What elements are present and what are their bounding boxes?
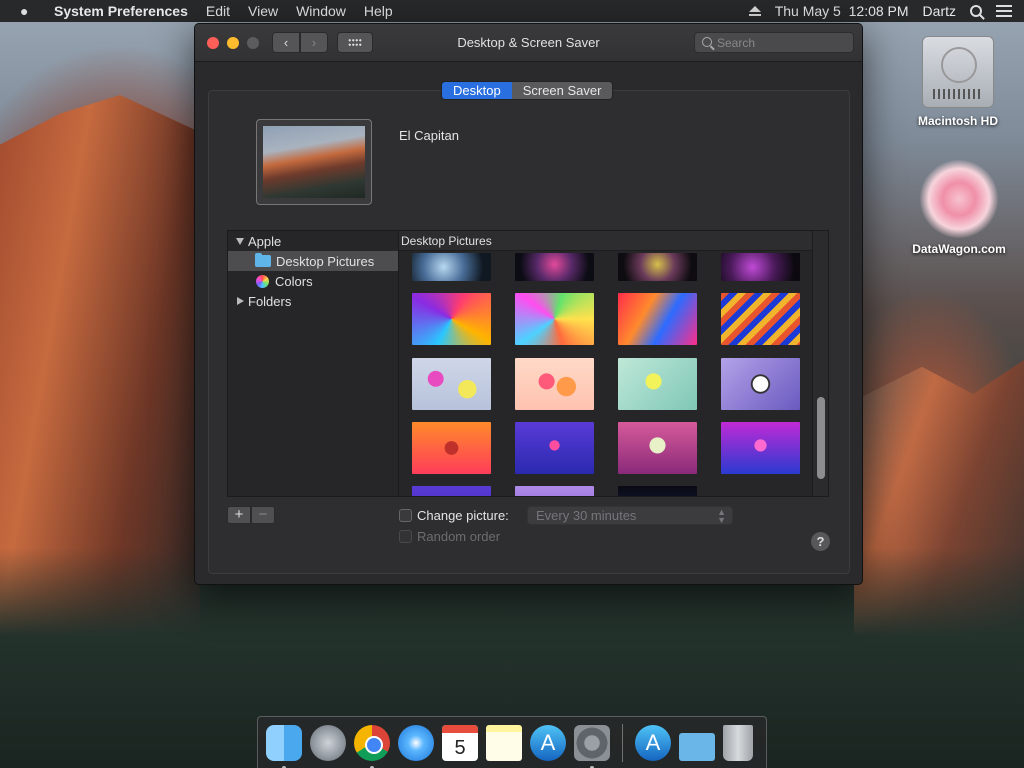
chrome-icon[interactable] xyxy=(354,724,390,768)
wallpaper-thumbnail[interactable] xyxy=(618,358,697,410)
tab-screen-saver[interactable]: Screen Saver xyxy=(511,82,613,99)
notification-center-icon[interactable] xyxy=(996,5,1012,17)
random-order-label: Random order xyxy=(417,529,501,544)
trash-icon[interactable] xyxy=(723,724,753,761)
wallpaper-thumbnail[interactable] xyxy=(412,253,491,281)
change-picture-checkbox[interactable] xyxy=(399,509,412,522)
launchpad-icon[interactable] xyxy=(310,724,346,761)
random-order-checkbox[interactable] xyxy=(399,530,412,543)
datawagon-logo-icon xyxy=(920,160,998,238)
dock: 5 A A xyxy=(257,716,767,768)
interval-select[interactable]: Every 30 minutes ▲ ▼ xyxy=(527,506,733,525)
wallpaper-thumbnail[interactable] xyxy=(515,486,594,496)
source-item-label: Folders xyxy=(248,293,292,309)
wallpaper-thumbnail[interactable] xyxy=(618,253,697,281)
change-picture-label: Change picture: xyxy=(417,508,509,523)
menu-help[interactable]: Help xyxy=(364,3,393,19)
wallpaper-thumbnail[interactable] xyxy=(618,293,697,345)
source-item-label: Apple xyxy=(248,233,282,249)
calendar-day: 5 xyxy=(454,736,466,759)
hard-drive-icon xyxy=(922,36,994,108)
wallpaper-thumbnail[interactable] xyxy=(412,293,491,345)
wallpaper-thumbnail[interactable] xyxy=(515,358,594,410)
search-icon xyxy=(702,37,712,47)
wallpaper-thumbnail[interactable] xyxy=(618,422,697,474)
grid-scrollbar[interactable] xyxy=(812,231,828,496)
source-list: Apple Desktop Pictures Colors Folders xyxy=(227,230,399,497)
wallpaper-thumbnail[interactable] xyxy=(721,422,800,474)
menu-window[interactable]: Window xyxy=(296,3,346,19)
source-item-label: Desktop Pictures xyxy=(276,253,375,269)
eject-icon[interactable] xyxy=(748,6,761,16)
grid-header: Desktop Pictures xyxy=(399,231,828,251)
wallpaper-thumbnail[interactable] xyxy=(412,358,491,410)
wallpaper-thumbnail[interactable] xyxy=(515,293,594,345)
select-arrows-icon: ▲ ▼ xyxy=(717,507,726,525)
source-item-desktop-pictures[interactable]: Desktop Pictures xyxy=(228,251,398,271)
wallpaper-thumbnail[interactable] xyxy=(412,486,491,496)
preferences-window: ‹ › Desktop & Screen Saver Desktop Scree… xyxy=(194,23,863,585)
wallpaper-thumbnail[interactable] xyxy=(721,358,800,410)
search-field[interactable] xyxy=(694,32,854,53)
finder-icon[interactable] xyxy=(266,724,302,768)
scrollbar-thumb[interactable] xyxy=(817,397,825,479)
source-item-folders[interactable]: Folders xyxy=(228,291,398,311)
desktop-icon-datawagon[interactable]: DataWagon.com xyxy=(905,160,1013,256)
wallpaper-thumbnail[interactable] xyxy=(515,253,594,281)
disclosure-open-icon[interactable] xyxy=(236,237,244,245)
current-wallpaper-name: El Capitan xyxy=(399,128,459,143)
remove-folder-button[interactable]: − xyxy=(251,506,275,524)
help-button[interactable]: ? xyxy=(811,532,830,551)
wallpaper-grid: Desktop Pictures xyxy=(399,230,829,497)
menu-view[interactable]: View xyxy=(248,3,278,19)
menu-edit[interactable]: Edit xyxy=(206,3,230,19)
search-input[interactable] xyxy=(717,34,847,52)
safari-icon[interactable] xyxy=(398,724,434,761)
folder-icon xyxy=(255,253,271,267)
tab-desktop[interactable]: Desktop xyxy=(442,82,512,99)
menu-bar: ● System Preferences Edit View Window He… xyxy=(0,0,1024,22)
wallpaper-thumbnail[interactable] xyxy=(515,422,594,474)
wallpaper-thumbnail[interactable] xyxy=(721,293,800,345)
interval-value: Every 30 minutes xyxy=(536,508,637,523)
source-item-label: Colors xyxy=(275,273,313,289)
desktop-icon-macintosh-hd[interactable]: Macintosh HD xyxy=(910,36,1006,128)
menu-user[interactable]: Dartz xyxy=(923,3,956,19)
app-store-download-icon[interactable]: A xyxy=(635,724,671,761)
calendar-icon[interactable]: 5 xyxy=(442,724,478,761)
source-item-apple[interactable]: Apple xyxy=(228,231,398,251)
menu-app-name[interactable]: System Preferences xyxy=(54,3,188,19)
source-item-colors[interactable]: Colors xyxy=(228,271,398,291)
system-preferences-icon[interactable] xyxy=(574,724,610,768)
add-folder-button[interactable]: + xyxy=(227,506,251,524)
title-bar[interactable]: ‹ › Desktop & Screen Saver xyxy=(195,24,862,62)
menu-clock[interactable]: Thu May 5 12:08 PM xyxy=(775,3,909,19)
wallpaper-thumbnail[interactable] xyxy=(412,422,491,474)
tab-control: Desktop Screen Saver xyxy=(441,81,614,100)
desktop-icon-label: DataWagon.com xyxy=(912,242,1006,256)
color-wheel-icon xyxy=(256,274,269,288)
app-store-icon[interactable]: A xyxy=(530,724,566,761)
downloads-folder-icon[interactable] xyxy=(679,732,715,761)
add-remove-buttons: + − xyxy=(227,506,275,524)
wallpaper-thumbnail[interactable] xyxy=(618,486,697,496)
disclosure-closed-icon[interactable] xyxy=(237,297,244,305)
dock-separator xyxy=(622,723,623,762)
wallpaper-thumbnail[interactable] xyxy=(721,253,800,281)
notes-icon[interactable] xyxy=(486,724,522,761)
current-wallpaper-preview xyxy=(256,119,372,205)
spotlight-icon[interactable] xyxy=(970,5,982,17)
desktop-icon-label: Macintosh HD xyxy=(917,114,998,128)
apple-menu-icon[interactable]: ● xyxy=(20,3,40,19)
